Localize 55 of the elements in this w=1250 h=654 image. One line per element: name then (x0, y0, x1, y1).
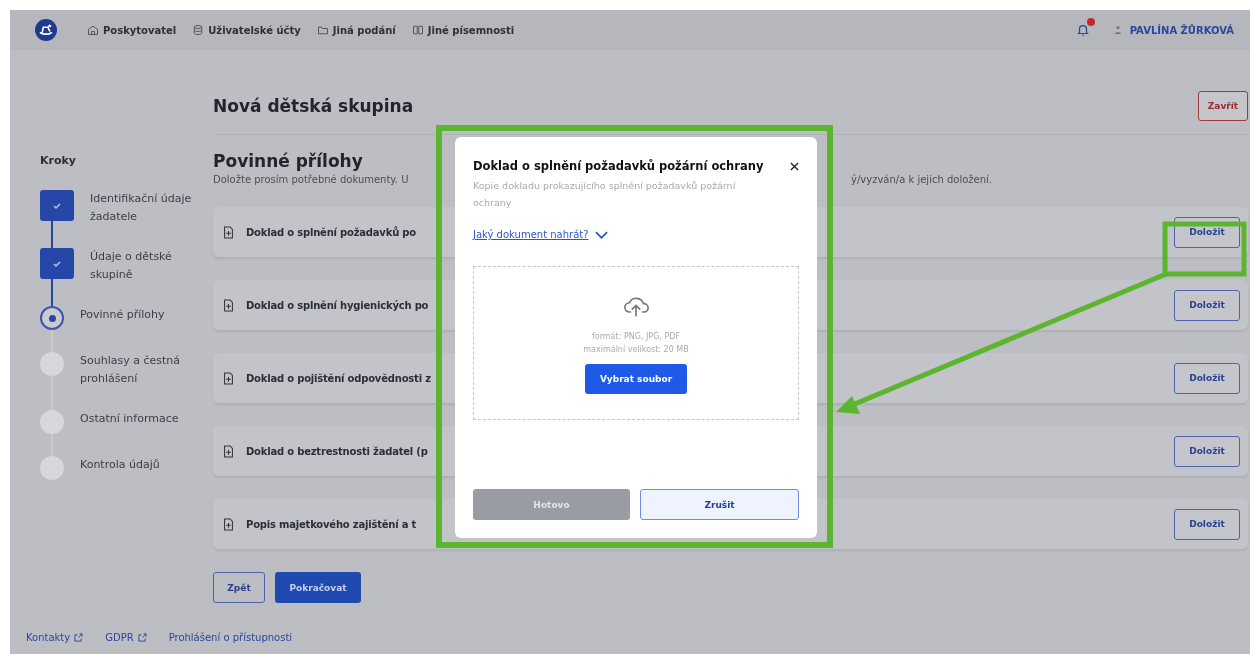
section-description: Doložte prosím potřebné dokumenty. U (213, 174, 409, 185)
step-label[interactable]: Identifikační údaje žadatele (90, 190, 210, 226)
close-button[interactable]: Zavřít (1198, 91, 1248, 121)
attachment-label: Doklad o splnění požadavků po (246, 226, 416, 238)
file-add-icon (223, 371, 234, 385)
bell-icon[interactable] (1075, 23, 1090, 37)
size-hint: maximální velikost: 20 MB (583, 343, 689, 356)
nav-link[interactable]: Uživatelské účty (192, 24, 301, 36)
step-label[interactable]: Ostatní informace (80, 410, 200, 434)
section-title: Povinné přílohy (213, 151, 363, 171)
continue-button[interactable]: Pokračovat (275, 572, 361, 603)
file-add-icon (223, 517, 234, 531)
upload-button[interactable]: Doložit (1174, 508, 1240, 540)
help-link[interactable]: Jaký dokument nahrát? (473, 229, 589, 240)
attachment-label: Doklad o pojištění odpovědnosti z (246, 372, 431, 384)
back-button[interactable]: Zpět (213, 572, 265, 603)
file-drop-zone[interactable]: formát: PNG, JPG, PDF maximální velikost: 20 MB Vybrat soubor (473, 266, 799, 420)
file-add-icon (223, 444, 234, 458)
cancel-button[interactable]: Zrušit (640, 489, 799, 520)
database-icon (192, 24, 205, 36)
step-label[interactable]: Souhlasy a čestná prohlášení (80, 352, 200, 388)
dialog-description: Kopie dokladu prokazujícího splnění požadavků požární ochrany (473, 179, 737, 210)
section-description: ý/vyzván/a k jejich doložení. (851, 174, 992, 185)
footer-link[interactable]: Kontakty (26, 632, 84, 643)
nav-link[interactable]: Poskytovatel (87, 24, 177, 36)
user-name[interactable]: PAVLÍNA ŽŮRKOVÁ (1129, 24, 1234, 36)
step-label[interactable]: Kontrola údajů (80, 456, 200, 480)
upload-button[interactable]: Doložit (1174, 362, 1240, 394)
dialog-title: Doklad o splnění požadavků požární ochrany (473, 159, 764, 173)
book-icon (411, 24, 424, 36)
steps-heading: Kroky (40, 154, 77, 167)
file-add-icon (223, 225, 234, 239)
nav-link[interactable]: Jiná podání (316, 24, 396, 36)
upload-button[interactable]: Doložit (1174, 289, 1240, 321)
format-hint: formát: PNG, JPG, PDF (591, 330, 681, 343)
building-icon (87, 24, 99, 36)
user-icon (1113, 25, 1122, 35)
close-icon[interactable] (790, 161, 799, 171)
folder-icon (316, 24, 329, 36)
chevron-down-icon[interactable] (594, 230, 608, 239)
external-link-icon (137, 633, 147, 642)
footer-link[interactable]: GDPR (105, 632, 147, 643)
logo-icon[interactable] (35, 19, 57, 41)
upload-button[interactable]: Doložit (1174, 435, 1240, 467)
attachment-label: Doklad o beztrestnosti žadatel (p (246, 445, 428, 457)
page-title: Nová dětská skupina (213, 96, 414, 116)
external-link-icon (74, 633, 84, 642)
nav-link[interactable]: Jiné písemnosti (411, 24, 515, 36)
file-add-icon (223, 298, 234, 312)
step-label[interactable]: Údaje o dětské skupině (90, 248, 210, 284)
attachment-label: Popis majetkového zajištění a t (246, 518, 417, 530)
attachment-label: Doklad o splnění hygienických po (246, 299, 429, 311)
select-file-button[interactable]: Vybrat soubor (585, 363, 687, 394)
footer-link[interactable]: Prohlášení o přístupnosti (168, 632, 293, 643)
step-label[interactable]: Povinné přílohy (80, 306, 200, 330)
